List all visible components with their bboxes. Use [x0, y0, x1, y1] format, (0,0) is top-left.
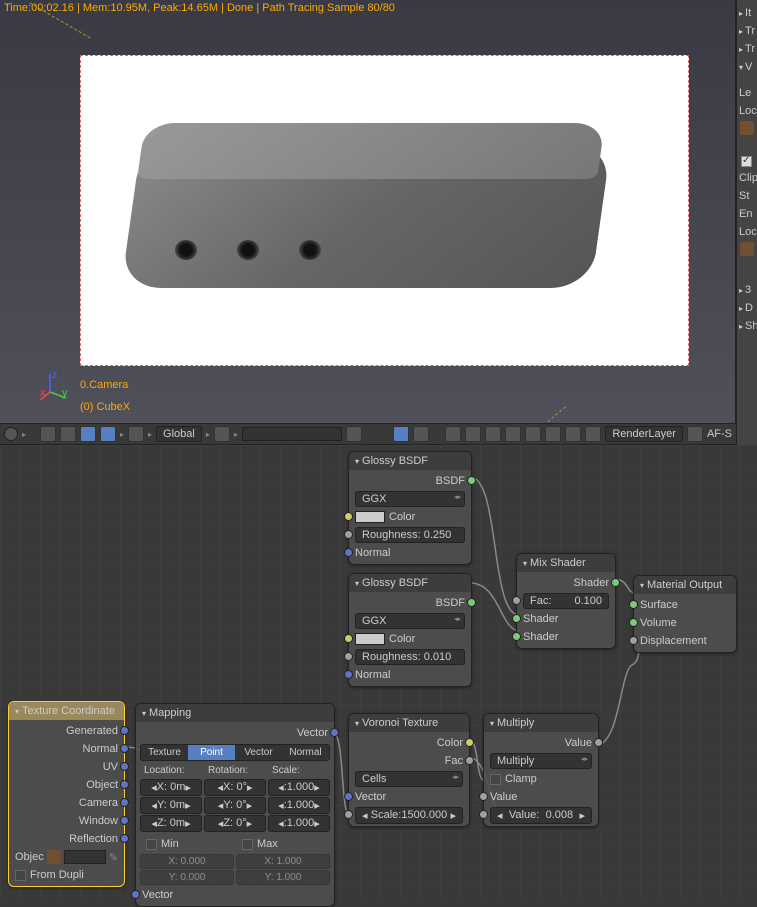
image-icon[interactable]	[687, 426, 703, 442]
overlay-icon[interactable]	[485, 426, 501, 442]
render-icon[interactable]	[445, 426, 461, 442]
render-frame	[80, 55, 689, 366]
svg-text:z: z	[52, 372, 58, 381]
cursor-icon[interactable]	[40, 426, 56, 442]
editor-type[interactable]	[4, 427, 18, 441]
orientation-select[interactable]: Global	[156, 426, 202, 442]
node-math-multiply[interactable]: ▾Multiply Value Multiply Clamp Value ◂Va…	[483, 713, 599, 827]
render-status: Time:00:02.16 | Mem:10.95M, Peak:14.65M …	[4, 2, 395, 14]
node-editor[interactable]: ▾Texture Coordinate Generated Normal UV …	[0, 445, 757, 897]
xray-icon[interactable]	[505, 426, 521, 442]
magnet-icon[interactable]	[128, 426, 144, 442]
axis-gizmo: zy x	[40, 372, 70, 405]
node-mix-shader[interactable]: ▾Mix Shader Shader Fac:0.100 Shader Shad…	[516, 553, 616, 649]
cube-icon[interactable]	[740, 121, 754, 135]
pivot-icon[interactable]	[214, 426, 230, 442]
shading-icon[interactable]	[393, 426, 409, 442]
svg-text:y: y	[62, 387, 68, 399]
n-panel[interactable]: ▸It ▸Tr ▸Tr ▾V Le Loc Clip St En Loc ▸3 …	[736, 0, 757, 445]
checkbox[interactable]	[741, 156, 752, 167]
mapping-tabs[interactable]: TexturePointVectorNormal	[140, 744, 330, 761]
sphere-icon[interactable]	[413, 426, 429, 442]
gizmo-icon[interactable]	[465, 426, 481, 442]
object-label: (0) CubeX	[80, 401, 130, 413]
cube-icon[interactable]	[47, 850, 61, 864]
node-glossy-bsdf-1[interactable]: ▾Glossy BSDF BSDF GGX Color Roughness: 0…	[348, 451, 472, 565]
move-icon[interactable]	[60, 426, 76, 442]
viewport-3d[interactable]: Time:00:02.16 | Mem:10.95M, Peak:14.65M …	[0, 0, 736, 423]
camera-label: 0.Camera	[80, 379, 128, 391]
dupli-checkbox[interactable]	[15, 870, 26, 881]
scale-icon[interactable]	[100, 426, 116, 442]
renderlayer-select[interactable]: RenderLayer	[605, 426, 683, 442]
sphere-icon[interactable]	[585, 426, 601, 442]
node-glossy-bsdf-2[interactable]: ▾Glossy BSDF BSDF GGX Color Roughness: 0…	[348, 573, 472, 687]
camera-icon[interactable]	[525, 426, 541, 442]
node-texture-coordinate[interactable]: ▾Texture Coordinate Generated Normal UV …	[8, 701, 125, 887]
af-label: AF-S	[707, 428, 732, 440]
node-voronoi[interactable]: ▾Voronoi Texture Color Fac Cells Vector …	[348, 713, 470, 827]
layers[interactable]	[242, 427, 342, 441]
node-mapping[interactable]: ▾Mapping Vector TexturePointVectorNormal…	[135, 703, 335, 907]
viewport-toolbar: Global RenderLayer AF-S	[0, 423, 736, 445]
node-material-output[interactable]: ▾Material Output Surface Volume Displace…	[633, 575, 737, 653]
rotate-icon[interactable]	[80, 426, 96, 442]
lock-icon[interactable]	[346, 426, 362, 442]
pause-icon[interactable]	[565, 426, 581, 442]
svg-text:x: x	[40, 387, 46, 399]
cube-icon[interactable]	[740, 242, 754, 256]
object-picker[interactable]	[64, 850, 106, 864]
rendered-object	[131, 96, 631, 346]
film-icon[interactable]	[545, 426, 561, 442]
